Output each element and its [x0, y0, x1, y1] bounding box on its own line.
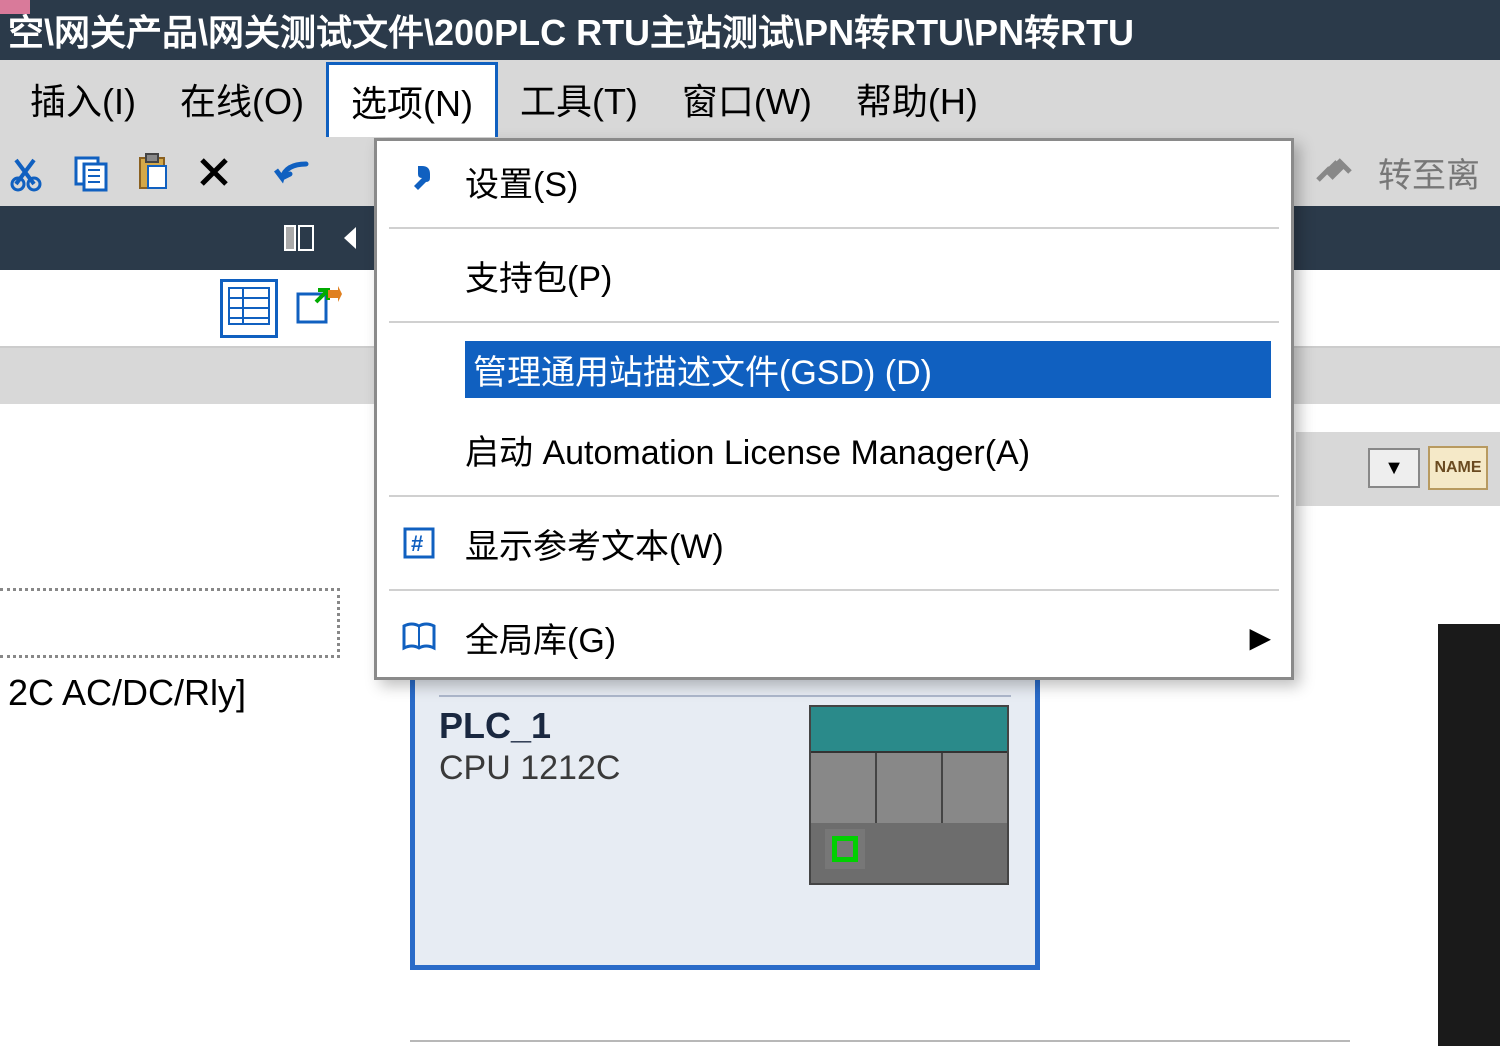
menu-separator: [389, 589, 1279, 591]
menu-help[interactable]: 帮助(H): [834, 63, 1000, 135]
wrench-icon: [397, 159, 441, 203]
title-bar: 空\网关产品\网关测试文件\200PLC RTU主站测试\PN转RTU\PN转R…: [0, 0, 1500, 60]
options-menu-dropdown: 设置(S) 支持包(P) 管理通用站描述文件(GSD) (D) 启动 Autom…: [374, 138, 1294, 680]
collapse-left-icon[interactable]: [332, 219, 370, 257]
tree-blank-row: [0, 468, 340, 588]
menu-item-start-alm[interactable]: 启动 Automation License Manager(A): [377, 409, 1291, 489]
svg-text:#: #: [411, 531, 423, 556]
grid-view-icon[interactable]: [220, 279, 278, 338]
menu-item-label: 启动 Automation License Manager(A): [465, 425, 1271, 474]
menu-separator: [389, 321, 1279, 323]
menu-insert[interactable]: 插入(I): [8, 63, 158, 135]
connect-icon[interactable]: [1312, 150, 1356, 195]
book-icon: [397, 615, 441, 659]
export-icon[interactable]: [294, 284, 342, 333]
menu-online[interactable]: 在线(O): [158, 63, 326, 135]
menu-item-global-library[interactable]: 全局库(G) ▶: [377, 597, 1291, 677]
menu-separator: [389, 227, 1279, 229]
app-indicator-icon: [0, 0, 30, 14]
paste-icon[interactable]: [130, 150, 174, 194]
menu-item-manage-gsd[interactable]: 管理通用站描述文件(GSD) (D): [377, 329, 1291, 409]
document-hash-icon: #: [397, 521, 441, 565]
copy-icon[interactable]: [68, 150, 112, 194]
project-tree-panel: 2C AC/DC/Rly]: [0, 348, 340, 728]
menu-window[interactable]: 窗口(W): [660, 63, 834, 135]
right-dark-panel: [1438, 624, 1500, 1046]
delete-icon[interactable]: [192, 150, 236, 194]
undo-icon[interactable]: [272, 150, 316, 194]
menu-item-reference-text[interactable]: # 显示参考文本(W): [377, 503, 1291, 583]
cut-icon[interactable]: [6, 150, 50, 194]
panel-toggle-icon[interactable]: [280, 219, 318, 257]
plc-status-led-icon: [825, 829, 865, 869]
menu-item-label: 显示参考文本(W): [465, 519, 1271, 568]
device-canvas[interactable]: PLC_1 CPU 1212C: [410, 630, 1040, 970]
menu-options[interactable]: 选项(N): [326, 62, 498, 137]
menu-item-settings[interactable]: 设置(S): [377, 141, 1291, 221]
blank-icon: [397, 253, 441, 297]
tree-blank-row: [0, 348, 340, 468]
menu-item-label: 设置(S): [465, 157, 1271, 206]
blank-icon: [397, 347, 441, 391]
plc-hardware-icon: [809, 705, 1009, 885]
right-toolbar: 转至离: [1292, 138, 1500, 206]
title-path: 空\网关产品\网关测试文件\200PLC RTU主站测试\PN转RTU\PN转R…: [8, 4, 1134, 56]
menu-bar: 插入(I) 在线(O) 选项(N) 工具(T) 窗口(W) 帮助(H): [0, 60, 1500, 138]
zoom-dropdown-icon[interactable]: ▼: [1368, 448, 1420, 488]
goto-offline-label[interactable]: 转至离: [1378, 148, 1480, 197]
menu-item-label: 管理通用站描述文件(GSD) (D): [465, 341, 1271, 398]
tree-drop-target[interactable]: [0, 588, 340, 658]
plc-device-box[interactable]: PLC_1 CPU 1212C: [410, 630, 1040, 970]
menu-item-label: 全局库(G): [465, 613, 1225, 662]
tree-device-item[interactable]: 2C AC/DC/Rly]: [0, 658, 340, 728]
blank-icon: [397, 427, 441, 471]
menu-item-label: 支持包(P): [465, 251, 1271, 300]
submenu-arrow-icon: ▶: [1249, 621, 1271, 654]
name-tag-icon[interactable]: NAME: [1428, 446, 1488, 490]
canvas-separator: [410, 1040, 1350, 1042]
menu-item-support-pack[interactable]: 支持包(P): [377, 235, 1291, 315]
menu-separator: [389, 495, 1279, 497]
menu-tools[interactable]: 工具(T): [498, 63, 660, 135]
